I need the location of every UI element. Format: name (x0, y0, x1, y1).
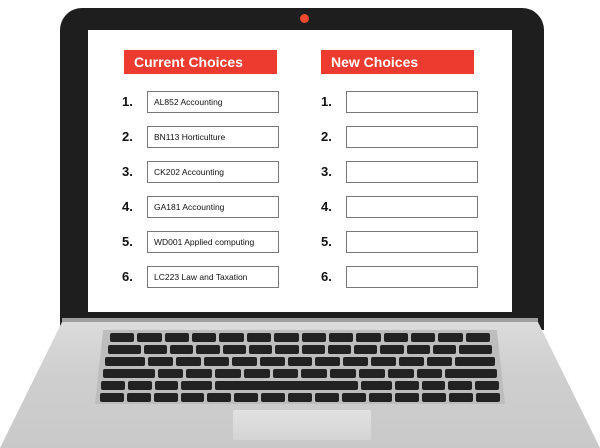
new-choice-input[interactable] (346, 91, 478, 113)
new-choice-number: 4. (321, 199, 332, 214)
current-choices-header: Current Choices (124, 50, 277, 74)
new-choice-input[interactable] (346, 231, 478, 253)
new-choice-number: 3. (321, 164, 332, 179)
new-choice-number: 6. (321, 269, 332, 284)
new-choice-number: 5. (321, 234, 332, 249)
webcam-icon (300, 14, 309, 23)
current-choice-field: GA181 Accounting (147, 196, 279, 218)
new-choice-number: 1. (321, 94, 332, 109)
laptop-hinge (62, 318, 538, 322)
new-choice-number: 2. (321, 129, 332, 144)
current-choice-number: 1. (122, 94, 133, 109)
new-choice-input[interactable] (346, 161, 478, 183)
current-choice-field: WD001 Applied computing (147, 231, 279, 253)
current-choice-number: 5. (122, 234, 133, 249)
current-choice-field: BN113 Horticulture (147, 126, 279, 148)
current-choice-field: AL852 Accounting (147, 91, 279, 113)
new-choice-input[interactable] (346, 266, 478, 288)
current-choice-number: 6. (122, 269, 133, 284)
new-choice-input[interactable] (346, 126, 478, 148)
new-choice-input[interactable] (346, 196, 478, 218)
touchpad (233, 410, 371, 440)
current-choice-field: CK202 Accounting (147, 161, 279, 183)
current-choice-number: 4. (122, 199, 133, 214)
keyboard-keys (100, 333, 500, 403)
new-choices-header: New Choices (321, 50, 474, 74)
current-choice-number: 3. (122, 164, 133, 179)
current-choice-field: LC223 Law and Taxation (147, 266, 279, 288)
current-choice-number: 2. (122, 129, 133, 144)
